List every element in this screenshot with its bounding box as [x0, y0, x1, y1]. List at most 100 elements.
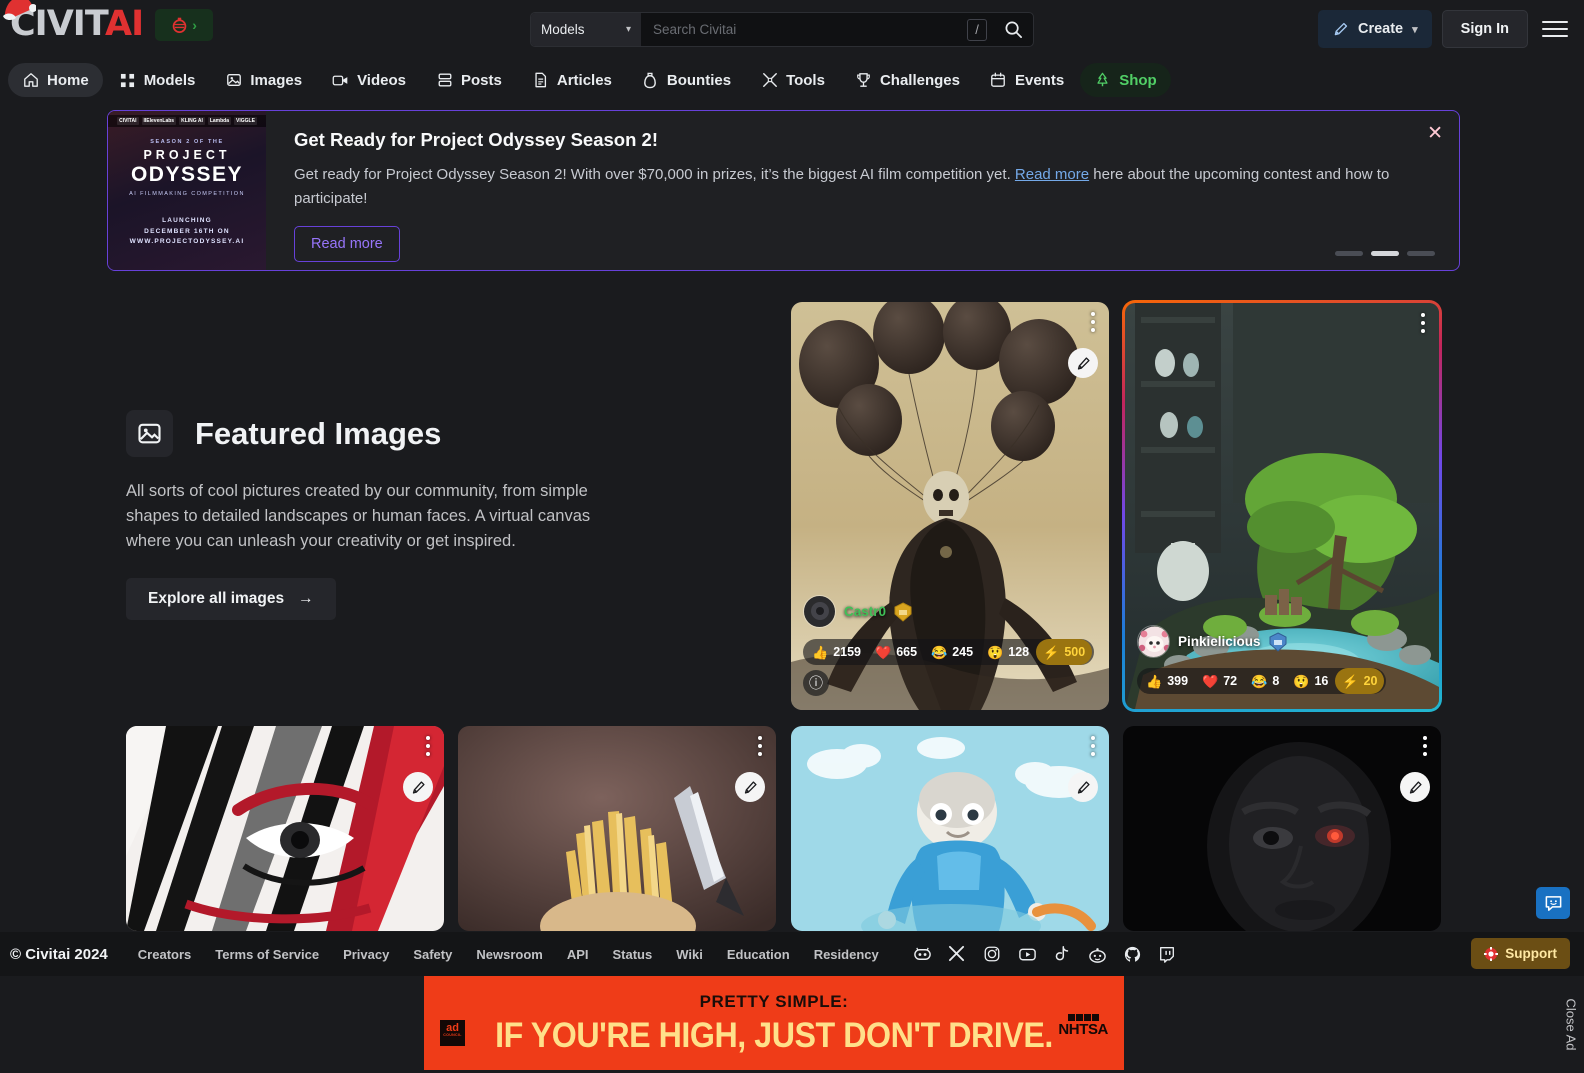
carousel-dot-0[interactable] — [1335, 251, 1363, 256]
hamburger-menu-icon[interactable] — [1538, 12, 1572, 46]
nav-item-shop[interactable]: Shop — [1080, 63, 1171, 97]
nav-item-videos[interactable]: Videos — [318, 63, 420, 97]
search-category-select[interactable]: Models ▾ — [531, 13, 641, 46]
sign-in-button[interactable]: Sign In — [1441, 10, 1528, 48]
card-menu-icon[interactable] — [1423, 736, 1427, 756]
explore-all-images-button[interactable]: Explore all images → — [126, 578, 336, 621]
announcement-read-more-button[interactable]: Read more — [294, 225, 400, 262]
image-card-makeup[interactable] — [126, 726, 444, 931]
home-icon — [22, 72, 39, 89]
civitai-logo[interactable]: CIVITAI — [3, 0, 144, 42]
remix-icon[interactable] — [1068, 348, 1098, 378]
thumb-logo-4: VIGGLE — [234, 117, 257, 125]
tiktok-icon[interactable] — [1053, 945, 1072, 964]
x-icon[interactable] — [948, 945, 967, 964]
thumb-launch-3: WWW.PROJECTODYSSEY.AI — [129, 238, 245, 246]
nav-item-tools[interactable]: Tools — [747, 63, 839, 97]
lifebuoy-icon — [1484, 946, 1499, 961]
close-ad-button[interactable]: Close Ad — [1558, 976, 1584, 1073]
nav-item-home[interactable]: Home — [8, 63, 103, 97]
search-bar[interactable]: Models ▾ / — [530, 12, 1034, 47]
advertisement[interactable]: ad COUNCIL PRETTY SIMPLE: IF YOU'RE HIGH… — [424, 976, 1124, 1070]
nav-item-challenges[interactable]: Challenges — [841, 63, 974, 97]
card-menu-icon[interactable] — [758, 736, 762, 756]
logo-area[interactable]: CIVITAI › — [3, 0, 214, 42]
avatar[interactable] — [1137, 625, 1170, 658]
image-icon — [225, 72, 242, 89]
instagram-icon[interactable] — [983, 945, 1002, 964]
create-button[interactable]: Create ▾ — [1317, 10, 1432, 48]
github-icon[interactable] — [1123, 945, 1142, 964]
remix-icon[interactable] — [1400, 772, 1430, 802]
reaction-buzz[interactable]: ⚡ 500 — [1036, 639, 1093, 665]
close-icon[interactable]: ✕ — [1427, 124, 1443, 143]
card-user-row[interactable]: Pinkielicious — [1137, 625, 1287, 658]
chat-support-button[interactable] — [1536, 887, 1570, 919]
announcement-inline-link[interactable]: Read more — [1015, 166, 1089, 183]
holiday-badge-button[interactable]: › — [155, 8, 214, 41]
user-rank-badge-icon — [894, 601, 912, 622]
announcement-carousel-dots[interactable] — [1335, 251, 1435, 256]
footer-link-privacy[interactable]: Privacy — [343, 947, 389, 962]
calendar-icon — [990, 72, 1007, 89]
reaction-like[interactable]: 👍 2159 — [805, 639, 868, 665]
card-username[interactable]: Castr0 — [844, 604, 886, 619]
card-menu-icon[interactable] — [1091, 312, 1095, 332]
footer-link-residency[interactable]: Residency — [814, 947, 879, 962]
reaction-cry[interactable]: 😲 16 — [1286, 668, 1335, 694]
card-menu-icon[interactable] — [1091, 736, 1095, 756]
footer-link-terms[interactable]: Terms of Service — [215, 947, 319, 962]
reaction-laugh[interactable]: 😂 245 — [924, 639, 980, 665]
support-button[interactable]: Support — [1471, 938, 1570, 969]
avatar[interactable] — [803, 595, 836, 628]
image-card-reaper[interactable]: Castr0 👍 2159 ❤️ 665 😂 245 😲 128 ⚡ 500 ⓘ — [791, 302, 1109, 710]
nav-item-articles[interactable]: Articles — [518, 63, 626, 97]
footer-link-status[interactable]: Status — [613, 947, 653, 962]
card-user-row[interactable]: Castr0 — [803, 595, 912, 628]
footer-link-newsroom[interactable]: Newsroom — [476, 947, 542, 962]
reddit-icon[interactable] — [1088, 945, 1107, 964]
footer-link-safety[interactable]: Safety — [413, 947, 452, 962]
nav-item-models[interactable]: Models — [105, 63, 210, 97]
twitch-icon[interactable] — [1158, 945, 1177, 964]
nav-item-images[interactable]: Images — [211, 63, 316, 97]
reaction-like[interactable]: 👍 399 — [1139, 668, 1195, 694]
announcement-thumbnail[interactable]: CIVITAI IIElevenLabs KLING AI Lambda VIG… — [108, 111, 266, 270]
remix-icon[interactable] — [403, 772, 433, 802]
footer-link-api[interactable]: API — [567, 947, 589, 962]
search-submit-button[interactable] — [993, 13, 1033, 46]
info-icon[interactable]: ⓘ — [803, 670, 829, 696]
remix-icon[interactable] — [1068, 772, 1098, 802]
reaction-cry[interactable]: 😲 128 — [980, 639, 1036, 665]
card-menu-icon[interactable] — [426, 736, 430, 756]
image-card-fries[interactable] — [458, 726, 776, 931]
card-username[interactable]: Pinkielicious — [1178, 634, 1261, 649]
santa-hat-icon — [3, 0, 36, 21]
nhtsa-squares-icon — [1058, 1014, 1108, 1021]
nav-item-events[interactable]: Events — [976, 63, 1078, 97]
card-menu-icon[interactable] — [1421, 313, 1425, 333]
carousel-dot-2[interactable] — [1407, 251, 1435, 256]
thumbs-up-icon: 👍 — [812, 644, 829, 660]
image-card-dark-face[interactable] — [1123, 726, 1441, 931]
discord-icon[interactable] — [913, 945, 932, 964]
reaction-laugh[interactable]: 😂 8 — [1244, 668, 1286, 694]
nav-item-posts[interactable]: Posts — [422, 63, 516, 97]
nav-item-bounties[interactable]: Bounties — [628, 63, 745, 97]
featured-header: Featured Images — [126, 410, 686, 457]
youtube-icon[interactable] — [1018, 945, 1037, 964]
reaction-heart[interactable]: ❤️ 665 — [868, 639, 924, 665]
footer-link-education[interactable]: Education — [727, 947, 790, 962]
reaction-heart[interactable]: ❤️ 72 — [1195, 668, 1244, 694]
search-category-label: Models — [541, 22, 585, 37]
search-input[interactable] — [641, 13, 967, 46]
image-card-bonsai[interactable]: Pinkielicious 👍 399 ❤️ 72 😂 8 😲 16 ⚡ 20 — [1122, 300, 1442, 712]
reaction-buzz[interactable]: ⚡ 20 — [1335, 668, 1385, 694]
remix-icon[interactable] — [735, 772, 765, 802]
image-card-robot[interactable] — [791, 726, 1109, 931]
thumbs-up-icon: 👍 — [1146, 673, 1163, 689]
footer-link-creators[interactable]: Creators — [138, 947, 191, 962]
carousel-dot-1[interactable] — [1371, 251, 1399, 256]
footer-link-wiki[interactable]: Wiki — [676, 947, 703, 962]
announcement-thumb-launch: LAUNCHING DECEMBER 16TH ON WWW.PROJECTOD… — [108, 216, 266, 248]
